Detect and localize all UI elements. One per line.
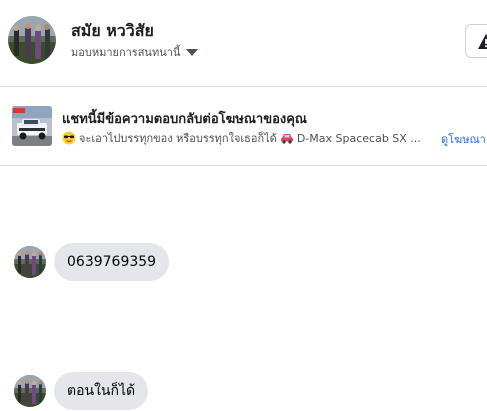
pickup-truck-photo-icon: [12, 106, 52, 146]
view-ad-link[interactable]: ดูโฆษณา: [441, 130, 486, 148]
message-bubble[interactable]: 0639769359: [54, 243, 170, 281]
sunglasses-emoji-icon: [62, 131, 76, 145]
profile-photo-icon: [14, 375, 46, 407]
ad-thumbnail[interactable]: [12, 106, 52, 146]
message-row: ตอนในก็ได้: [14, 371, 149, 411]
conversation-panel: สมัย หววิสัย มอบหมายการสนทนานี้ แชทนี้มี…: [0, 0, 487, 411]
assign-label: มอบหมายการสนทนานี้: [71, 46, 181, 59]
alert-button[interactable]: [465, 24, 487, 58]
ad-caption-text: จะเอาไปบรรทุกของ หรือบรรทุกใจเธอก็ได้: [79, 132, 277, 145]
alert-icon: [478, 34, 487, 49]
ad-reply-banner[interactable]: แชทนี้มีข้อความตอบกลับต่อโฆษณาของคุณ จะเ…: [0, 87, 487, 165]
profile-photo-icon: [8, 16, 56, 64]
caret-down-icon: [186, 48, 199, 56]
assign-conversation-dropdown[interactable]: มอบหมายการสนทนานี้: [71, 44, 199, 60]
sender-avatar[interactable]: [14, 246, 46, 278]
message-bubble[interactable]: ตอนในก็ได้: [54, 372, 149, 410]
ad-caption: จะเอาไปบรรทุกของ หรือบรรทุกใจเธอก็ได้ D-…: [62, 130, 421, 146]
ad-caption-product: D-Max Spacecab SX ...: [296, 131, 421, 145]
message-row: 0639769359: [14, 242, 170, 282]
ad-reply-title: แชทนี้มีข้อความตอบกลับต่อโฆษณาของคุณ: [62, 112, 307, 127]
contact-name: สมัย หววิสัย: [71, 21, 154, 40]
sender-avatar[interactable]: [14, 375, 46, 407]
contact-avatar[interactable]: [8, 16, 56, 64]
banner-divider: [0, 165, 487, 166]
profile-photo-icon: [14, 246, 46, 278]
car-emoji-icon: [280, 132, 294, 144]
conversation-header: สมัย หววิสัย มอบหมายการสนทนานี้: [0, 0, 487, 86]
